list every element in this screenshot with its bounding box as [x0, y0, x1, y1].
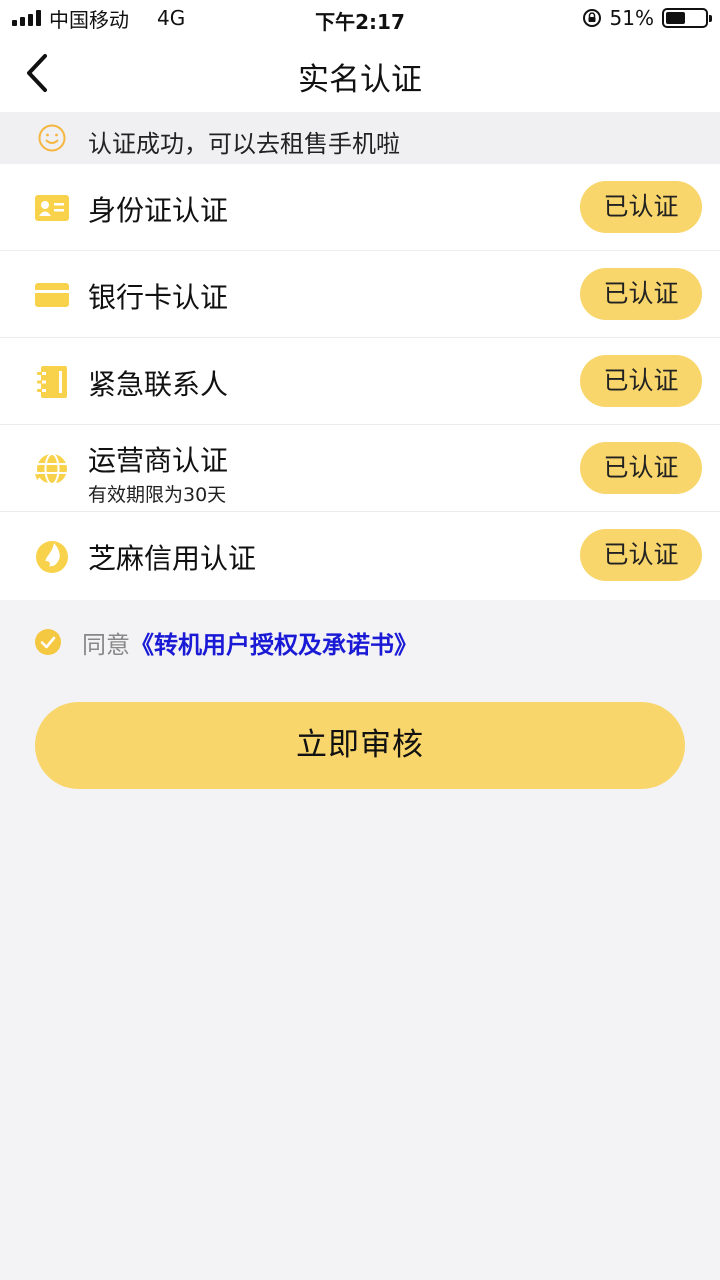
nav-bar: 实名认证	[0, 36, 720, 112]
verified-button[interactable]: 已认证	[580, 181, 702, 233]
notice-text: 认证成功，可以去租售手机啦	[88, 130, 400, 158]
status-bar: 中国移动 4G 下午2:17 51%	[0, 0, 720, 36]
battery-icon	[662, 8, 712, 28]
verification-item-sesame-credit[interactable]: 芝麻信用认证 已认证	[0, 512, 720, 600]
battery-percent: 51%	[609, 6, 654, 30]
verification-subtitle: 有效期限为30天	[88, 484, 227, 506]
verification-list: 身份证认证 已认证 银行卡认证 已认证 紧急联系人 已认证 运营商认证 有效期限…	[0, 164, 720, 600]
verification-item-carrier[interactable]: 运营商认证 有效期限为30天 已认证	[0, 425, 720, 512]
page-title: 实名认证	[298, 62, 422, 98]
status-right: 51%	[582, 0, 712, 36]
verification-title: 芝麻信用认证	[88, 542, 257, 575]
verification-title: 身份证认证	[88, 194, 229, 227]
verified-button[interactable]: 已认证	[580, 355, 702, 407]
sesame-icon	[36, 541, 68, 573]
submit-review-button[interactable]: 立即审核	[35, 702, 685, 789]
verification-item-id-card[interactable]: 身份证认证 已认证	[0, 164, 720, 251]
id-card-icon	[35, 195, 69, 221]
globe-icon	[34, 453, 67, 487]
verification-item-bank-card[interactable]: 银行卡认证 已认证	[0, 251, 720, 338]
smile-icon	[38, 124, 66, 152]
contact-book-icon	[37, 366, 67, 398]
verified-button[interactable]: 已认证	[580, 268, 702, 320]
verified-button[interactable]: 已认证	[580, 442, 702, 494]
agreement-label: 同意	[82, 630, 130, 659]
verification-title: 运营商认证	[88, 444, 229, 477]
success-notice: 认证成功，可以去租售手机啦	[0, 112, 720, 164]
verification-item-emergency-contact[interactable]: 紧急联系人 已认证	[0, 338, 720, 425]
rotation-lock-icon	[582, 9, 601, 27]
agreement-link[interactable]: 《转机用户授权及承诺书》	[130, 625, 418, 660]
verification-title: 紧急联系人	[88, 368, 229, 401]
bank-card-icon	[35, 283, 69, 307]
verification-title: 银行卡认证	[88, 281, 229, 314]
agreement-row: 同意 《转机用户授权及承诺书》	[34, 625, 418, 660]
checkbox-checked-icon[interactable]	[34, 628, 62, 656]
battery-level	[666, 12, 686, 24]
verified-button[interactable]: 已认证	[580, 529, 702, 581]
